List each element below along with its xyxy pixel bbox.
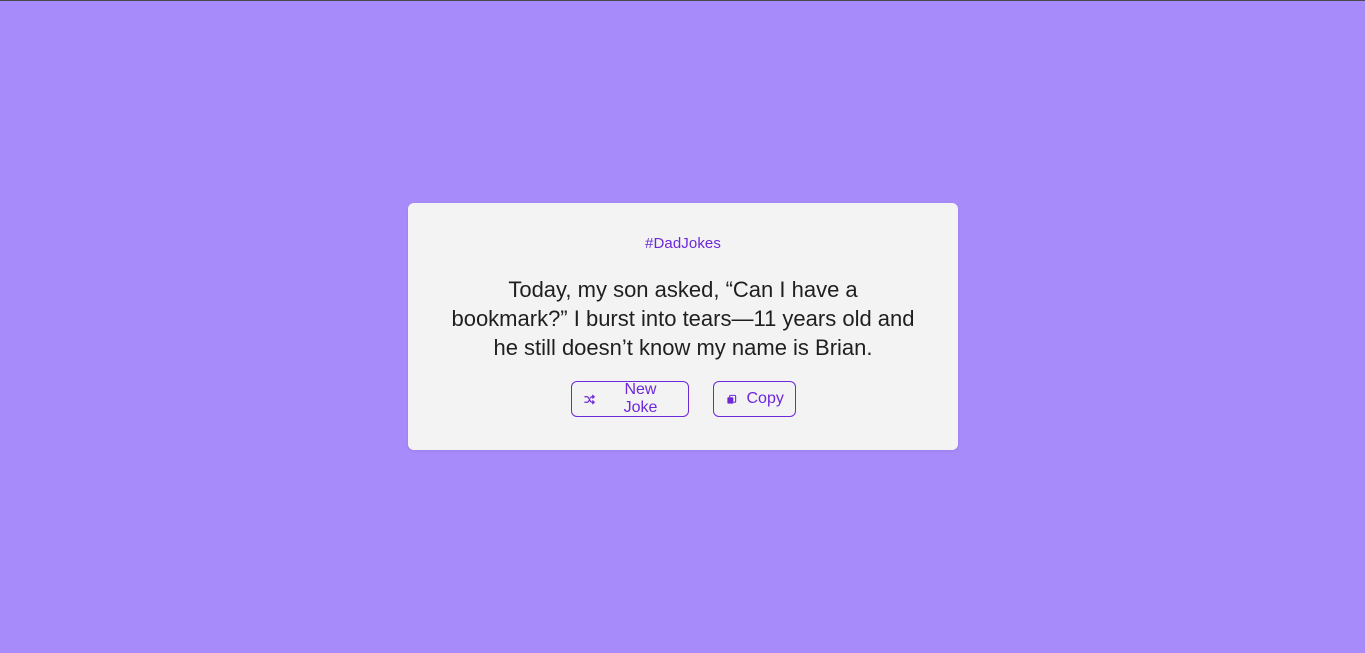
action-buttons: New Joke Copy bbox=[408, 381, 958, 417]
joke-text: Today, my son asked, “Can I have a bookm… bbox=[451, 277, 915, 360]
new-joke-button[interactable]: New Joke bbox=[570, 381, 689, 417]
copy-icon bbox=[726, 393, 737, 405]
shuffle-icon bbox=[584, 393, 596, 405]
new-joke-label: New Joke bbox=[623, 381, 658, 416]
hashtag-label: #DadJokes bbox=[645, 235, 721, 252]
copy-button[interactable]: Copy bbox=[712, 381, 796, 417]
copy-label: Copy bbox=[746, 390, 784, 407]
joke-card: #DadJokes Today, my son asked, “Can I ha… bbox=[408, 203, 958, 450]
